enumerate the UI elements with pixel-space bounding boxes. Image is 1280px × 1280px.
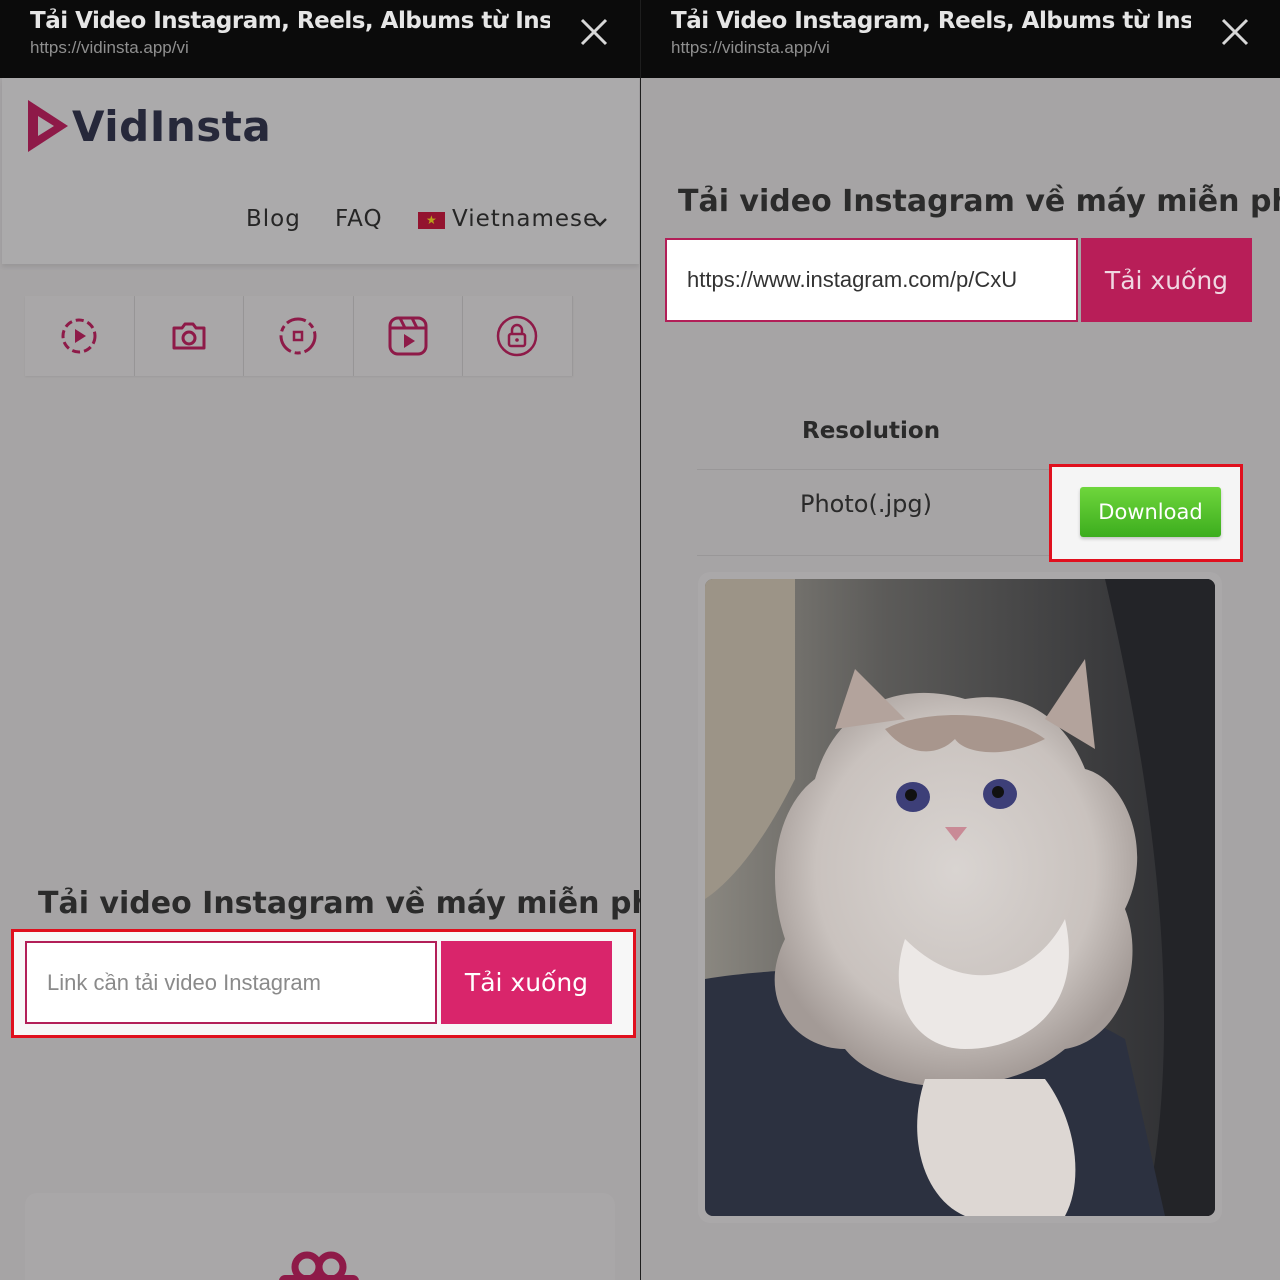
cat-photo-image: [705, 579, 1215, 1216]
download-button[interactable]: Download: [1080, 487, 1221, 537]
browser-topbar: Tải Video Instagram, Reels, Albums từ In…: [0, 0, 640, 78]
feature-card: [25, 1193, 615, 1280]
result-resolution: Photo(.jpg): [800, 490, 932, 518]
cat-photo: [705, 579, 1215, 1216]
close-icon[interactable]: [1215, 12, 1255, 52]
brand-name: VidInsta: [72, 101, 272, 151]
play-triangle-logo-icon: [28, 100, 68, 152]
nav-faq-link[interactable]: FAQ: [335, 206, 383, 232]
tab-url: https://vidinsta.app/vi: [30, 38, 189, 57]
story-icon: [279, 317, 317, 355]
reels-icon: [388, 316, 428, 356]
gift-icon: [279, 1251, 359, 1280]
tool-tabs: [25, 296, 573, 376]
vietnam-flag-icon: ★: [418, 212, 445, 229]
camera-icon: [172, 322, 206, 350]
tab-url: https://vidinsta.app/vi: [671, 38, 830, 57]
page-heading: Tải video Instagram về máy miễn phí: [38, 886, 640, 921]
chevron-down-icon[interactable]: [592, 216, 608, 228]
close-icon[interactable]: [574, 12, 614, 52]
link-input[interactable]: Link cần tải video Instagram: [25, 941, 437, 1024]
tab-title: Tải Video Instagram, Reels, Albums từ In…: [30, 8, 550, 34]
results-header-resolution: Resolution: [802, 418, 941, 444]
link-input[interactable]: https://www.instagram.com/p/CxU: [665, 238, 1078, 322]
tab-reels[interactable]: [353, 296, 463, 376]
tab-title: Tải Video Instagram, Reels, Albums từ In…: [671, 8, 1191, 34]
download-submit-button[interactable]: Tải xuống: [1081, 238, 1252, 322]
browser-topbar: Tải Video Instagram, Reels, Albums từ In…: [641, 0, 1280, 78]
tab-video[interactable]: [25, 296, 135, 376]
tab-photo[interactable]: [134, 296, 244, 376]
video-play-icon: [61, 318, 97, 354]
download-submit-button[interactable]: Tải xuống: [441, 941, 612, 1024]
site-header: VidInsta Blog FAQ ★ Vietnamese: [2, 78, 639, 264]
left-screen: Tải Video Instagram, Reels, Albums từ In…: [0, 0, 640, 1280]
tab-story[interactable]: [244, 296, 354, 376]
page-heading: Tải video Instagram về máy miễn phí: [678, 184, 1280, 219]
nav-blog-link[interactable]: Blog: [246, 206, 301, 232]
private-lock-icon: [497, 315, 538, 357]
tab-private[interactable]: [463, 296, 573, 376]
language-selector[interactable]: Vietnamese: [452, 206, 598, 232]
site-logo[interactable]: VidInsta: [24, 98, 271, 154]
